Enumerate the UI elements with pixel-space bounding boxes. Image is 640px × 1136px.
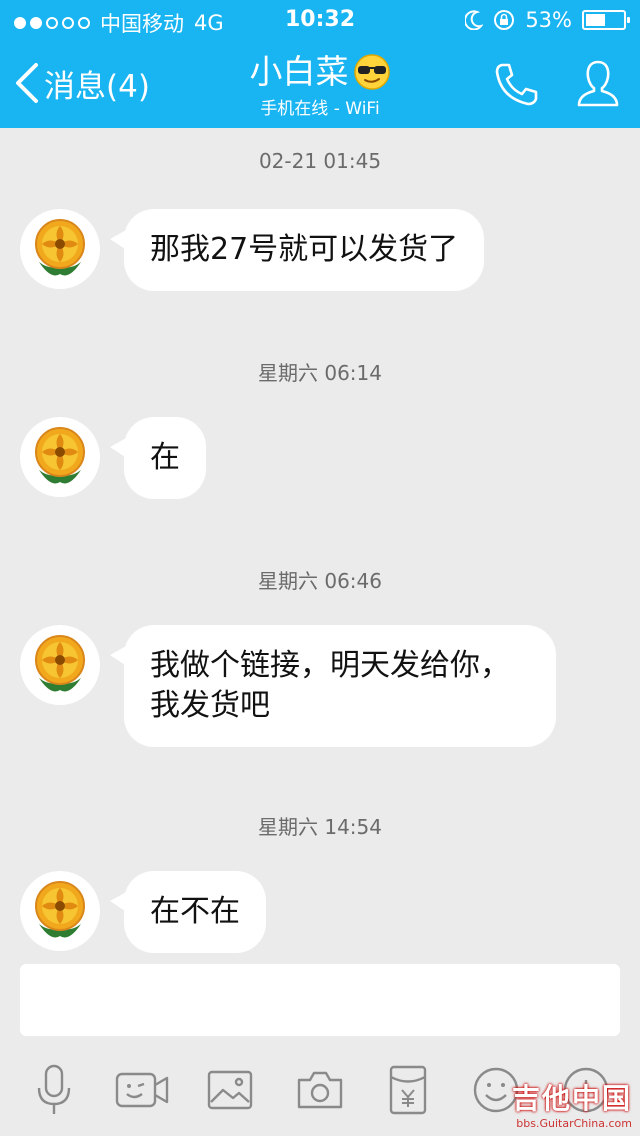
message-timestamp: 星期六 06:46: [258, 569, 382, 593]
video-call-button[interactable]: [110, 1058, 174, 1122]
message-text: 那我27号就可以发货了: [150, 232, 459, 267]
header: 中国移动 4G 10:32 53% 消息(4) 小白菜 手机在线 - WiFi: [0, 0, 640, 128]
call-button[interactable]: [488, 56, 544, 112]
contact-name: 小白菜: [249, 52, 349, 91]
moon-icon: [465, 10, 484, 30]
message-bubble: 那我27号就可以发货了: [109, 209, 485, 291]
rotation-lock-icon: [494, 10, 515, 30]
phone-icon: [495, 63, 538, 106]
message-bubble: 在: [110, 417, 206, 499]
image-icon: [207, 1070, 253, 1110]
sunflower-avatar-icon: [35, 427, 85, 484]
voice-button[interactable]: [22, 1058, 86, 1122]
person-icon: [577, 60, 619, 107]
message-text: 在不在: [150, 894, 240, 929]
chat-toolbar: 吉他中国 bbs.GuitarChina.com: [0, 1050, 640, 1136]
contact-avatar[interactable]: [20, 417, 100, 497]
message-text: 在: [150, 440, 180, 475]
sunflower-avatar-icon: [35, 219, 85, 276]
photo-button[interactable]: [198, 1058, 262, 1122]
message-timestamp: 星期六 06:14: [258, 361, 382, 385]
chevron-left-icon: [16, 63, 38, 103]
back-button[interactable]: 消息(4): [14, 58, 150, 108]
message-input[interactable]: [20, 964, 620, 1036]
contact-avatar[interactable]: [20, 209, 100, 289]
message-timestamp: 星期六 14:54: [258, 815, 382, 839]
watermark: 吉他中国 bbs.GuitarChina.com: [512, 1077, 632, 1130]
camera-icon: [297, 1071, 343, 1109]
sunglasses-emoji-icon: [353, 54, 390, 90]
microphone-icon: [37, 1064, 71, 1114]
watermark-url: bbs.GuitarChina.com: [516, 1117, 632, 1130]
sunflower-avatar-icon: [35, 635, 85, 692]
red-packet-button[interactable]: [376, 1058, 440, 1122]
status-bar: 中国移动 4G 10:32 53%: [0, 0, 640, 40]
profile-button[interactable]: [570, 56, 626, 112]
message-bubble: 在不在: [110, 871, 266, 953]
watermark-text: 吉他中国: [511, 1082, 632, 1115]
camera-button[interactable]: [288, 1058, 352, 1122]
message-text-line: 我做个链接，明天发给你，: [150, 648, 510, 683]
video-call-icon: [115, 1072, 169, 1108]
red-packet-icon: [389, 1065, 427, 1115]
battery-icon: [582, 10, 630, 30]
back-label: 消息(4): [44, 68, 150, 105]
message-timestamp: 02-21 01:45: [258, 149, 382, 173]
contact-avatar[interactable]: [20, 871, 100, 951]
battery-percent: 53%: [525, 8, 572, 32]
message-bubble: 我做个链接，明天发给你， 我发货吧: [110, 625, 556, 747]
contact-avatar[interactable]: [20, 625, 100, 705]
message-text-line: 我发货吧: [150, 688, 270, 723]
sunflower-avatar-icon: [35, 881, 85, 938]
